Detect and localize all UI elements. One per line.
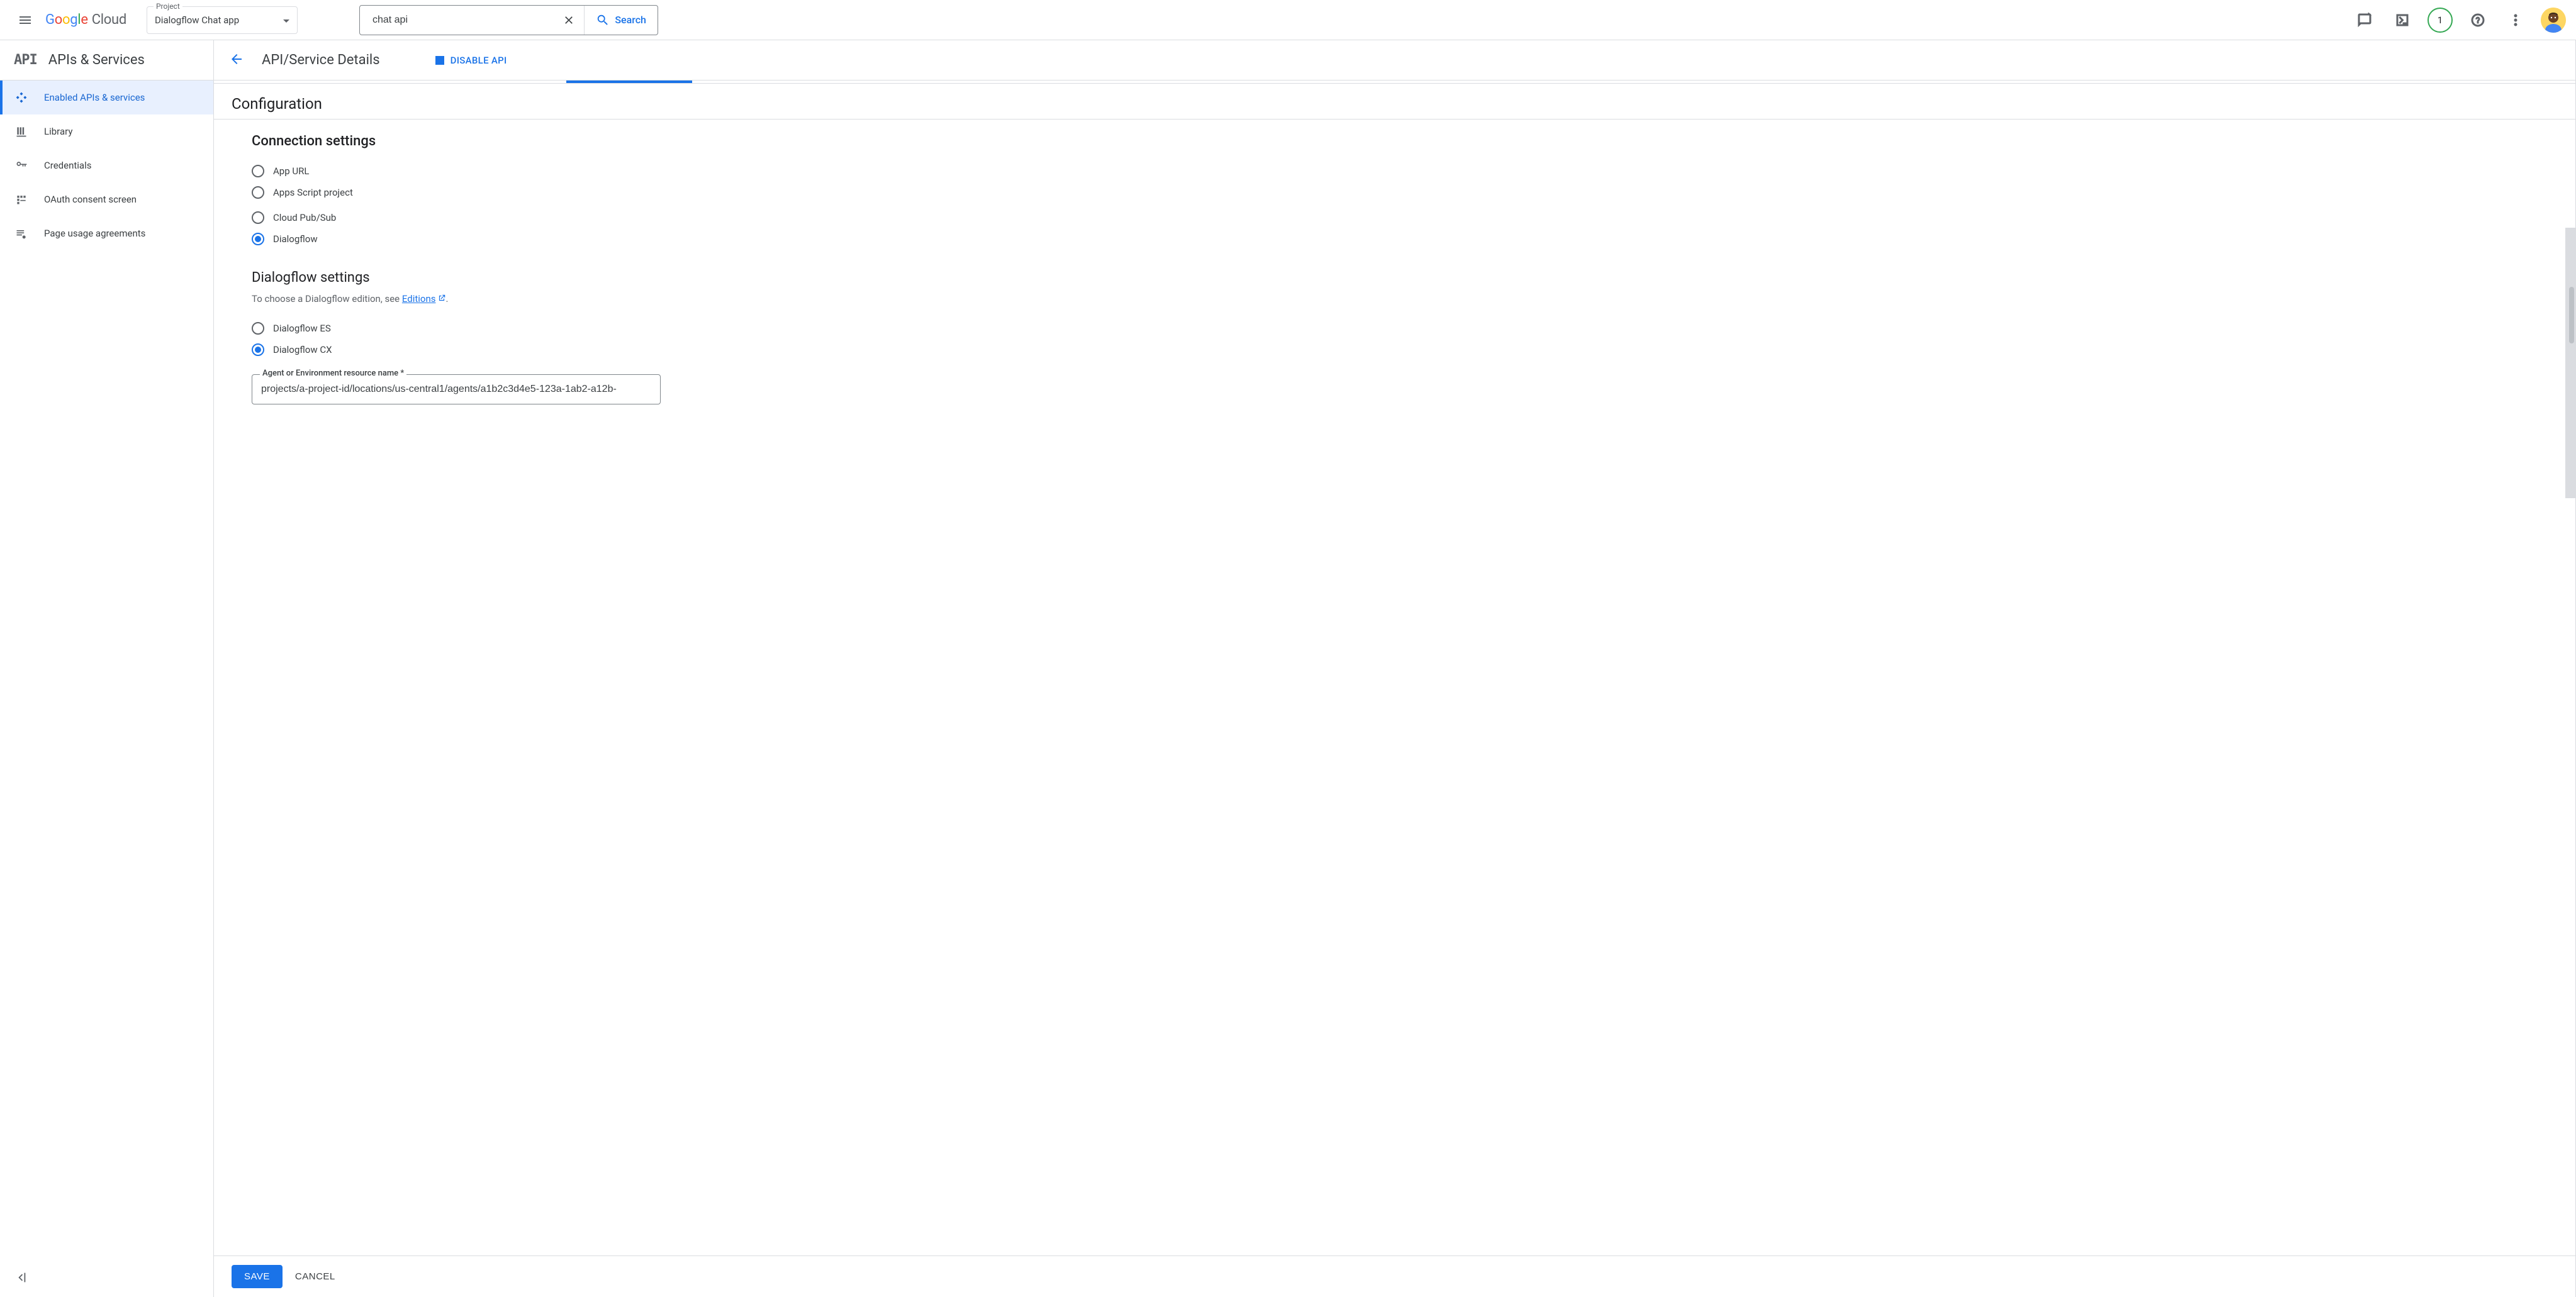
- avatar-icon: [2541, 8, 2566, 33]
- scrollbar-track: [2565, 40, 2575, 1297]
- radio-icon: [252, 211, 264, 224]
- sidebar-item-label: Enabled APIs & services: [44, 92, 145, 103]
- editions-link[interactable]: Editions: [402, 293, 436, 304]
- main-panel: API/Service Details DISABLE API Configur…: [214, 40, 2576, 1297]
- sidebar-item-label: OAuth consent screen: [44, 194, 137, 205]
- cancel-button[interactable]: CANCEL: [295, 1271, 335, 1282]
- radio-label: Apps Script project: [273, 187, 353, 198]
- topbar-actions: 1: [2352, 8, 2566, 33]
- api-icon: API: [14, 52, 37, 68]
- radio-label: Dialogflow ES: [273, 323, 331, 334]
- stop-icon: [435, 56, 444, 65]
- close-icon: [563, 14, 575, 26]
- dialogflow-helper-text: To choose a Dialogflow edition, see Edit…: [252, 293, 2558, 305]
- diamond-icon: [14, 91, 29, 104]
- chevron-left-icon: [14, 1271, 28, 1284]
- sidebar-item-oauth[interactable]: OAuth consent screen: [0, 182, 213, 216]
- dialogflow-option-cx[interactable]: Dialogflow CX: [252, 339, 2558, 360]
- notification-count: 1: [2438, 14, 2443, 26]
- topbar: Google Cloud Project Dialogflow Chat app…: [0, 0, 2576, 40]
- external-link-icon: [437, 294, 446, 305]
- back-button[interactable]: [229, 52, 244, 69]
- more-vert-icon: [2508, 13, 2523, 28]
- search-box: Search: [359, 5, 658, 35]
- hamburger-menu-button[interactable]: [10, 5, 40, 35]
- radio-label: Dialogflow CX: [273, 344, 332, 355]
- helper-text-suffix: .: [446, 293, 449, 304]
- connection-option-app-url[interactable]: App URL: [252, 160, 2558, 182]
- sidebar: API APIs & Services Enabled APIs & servi…: [0, 40, 214, 1297]
- save-button[interactable]: SAVE: [232, 1265, 283, 1288]
- connection-settings-heading: Connection settings: [252, 133, 2558, 149]
- disable-api-button[interactable]: DISABLE API: [435, 55, 507, 66]
- notifications-button[interactable]: 1: [2428, 8, 2453, 33]
- search-button[interactable]: Search: [584, 6, 658, 35]
- agent-resource-input[interactable]: [261, 384, 651, 395]
- more-options-button[interactable]: [2503, 8, 2528, 33]
- radio-icon: [252, 343, 264, 356]
- collapse-sidebar-button[interactable]: [14, 1271, 28, 1287]
- agreements-icon: [14, 227, 29, 240]
- sidebar-title: APIs & Services: [48, 52, 145, 68]
- google-cloud-logo[interactable]: Google Cloud: [45, 12, 126, 28]
- clear-search-button[interactable]: [554, 14, 584, 26]
- radio-icon: [252, 165, 264, 177]
- radio-label: Cloud Pub/Sub: [273, 212, 336, 223]
- connection-option-apps-script[interactable]: Apps Script project: [252, 182, 2558, 203]
- radio-icon: [252, 233, 264, 245]
- divider: [214, 119, 2575, 120]
- sidebar-item-credentials[interactable]: Credentials: [0, 148, 213, 182]
- cloud-shell-button[interactable]: [2390, 8, 2415, 33]
- radio-label: App URL: [273, 165, 309, 177]
- agent-resource-field[interactable]: Agent or Environment resource name *: [252, 374, 661, 404]
- dropdown-icon: [283, 14, 289, 26]
- help-icon: [2470, 13, 2485, 28]
- key-icon: [14, 159, 29, 172]
- disable-api-label: DISABLE API: [451, 55, 507, 66]
- radio-icon: [252, 322, 264, 335]
- project-selector-value: Dialogflow Chat app: [155, 14, 239, 26]
- radio-label: Dialogflow: [273, 233, 318, 245]
- help-button[interactable]: [2465, 8, 2490, 33]
- sidebar-header[interactable]: API APIs & Services: [0, 40, 213, 81]
- sidebar-item-label: Library: [44, 126, 72, 137]
- configuration-heading: Configuration: [232, 95, 2558, 113]
- library-icon: [14, 125, 29, 138]
- account-avatar[interactable]: [2541, 8, 2566, 33]
- helper-text-prefix: To choose a Dialogflow edition, see: [252, 293, 402, 304]
- page-title: API/Service Details: [262, 52, 380, 68]
- search-input[interactable]: [360, 14, 554, 26]
- sidebar-item-library[interactable]: Library: [0, 114, 213, 148]
- project-selector-label: Project: [154, 2, 182, 11]
- radio-icon: [252, 186, 264, 199]
- dialogflow-option-es[interactable]: Dialogflow ES: [252, 318, 2558, 339]
- dialogflow-settings-heading: Dialogflow settings: [252, 270, 2558, 286]
- project-selector[interactable]: Project Dialogflow Chat app: [147, 6, 298, 34]
- search-button-label: Search: [615, 14, 646, 26]
- link-label: Editions: [402, 293, 436, 304]
- sidebar-item-label: Credentials: [44, 160, 91, 171]
- search-icon: [596, 13, 610, 27]
- connection-option-pubsub[interactable]: Cloud Pub/Sub: [252, 207, 2558, 228]
- main-header: API/Service Details DISABLE API: [214, 40, 2575, 81]
- feedback-button[interactable]: [2352, 8, 2377, 33]
- menu-icon: [18, 13, 33, 28]
- consent-icon: [14, 193, 29, 206]
- sidebar-item-enabled-apis[interactable]: Enabled APIs & services: [0, 81, 213, 114]
- terminal-icon: [2395, 13, 2410, 28]
- sidebar-item-page-usage[interactable]: Page usage agreements: [0, 216, 213, 250]
- field-label: Agent or Environment resource name *: [260, 369, 406, 378]
- logo-cloud-text: Cloud: [92, 12, 126, 28]
- scrollbar-thumb-outer[interactable]: [2565, 228, 2575, 498]
- chat-icon: [2357, 13, 2372, 28]
- sidebar-item-label: Page usage agreements: [44, 228, 145, 239]
- scrollbar-thumb-inner[interactable]: [2569, 287, 2574, 343]
- arrow-back-icon: [229, 52, 244, 67]
- connection-option-dialogflow[interactable]: Dialogflow: [252, 228, 2558, 250]
- form-footer: SAVE CANCEL: [214, 1255, 2575, 1297]
- content-area: Configuration Connection settings App UR…: [214, 84, 2575, 1255]
